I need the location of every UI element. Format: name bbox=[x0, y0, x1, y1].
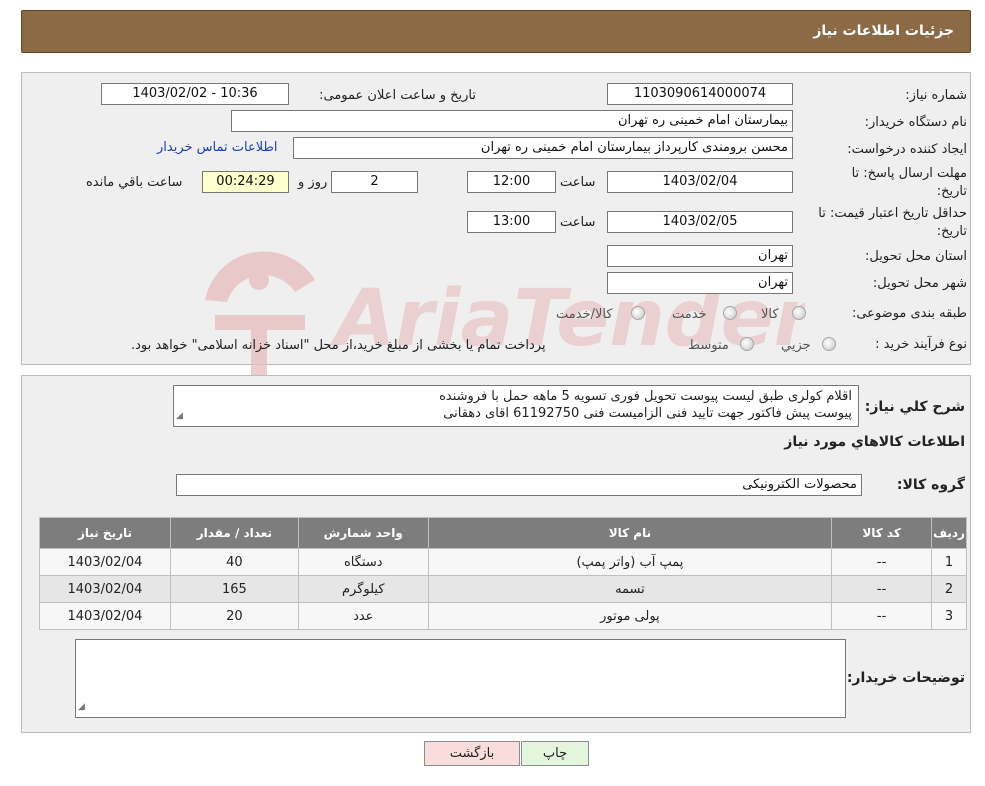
goods-group-label: گروه کالا: bbox=[896, 477, 965, 493]
remaining-time-field: 00:24:29 bbox=[202, 171, 289, 193]
print-button[interactable]: چاپ bbox=[521, 741, 589, 766]
requester-field: محسن برومندی کارپرداز بیمارستان امام خمی… bbox=[293, 137, 793, 159]
table-row: 2 -- تسمه کیلوگرم 165 1403/02/04 bbox=[39, 575, 967, 603]
category-label: طبقه بندی موضوعی: bbox=[851, 306, 967, 321]
process-type-label: نوع فرآیند خرید : bbox=[875, 337, 967, 352]
cell-quantity: 165 bbox=[169, 575, 299, 603]
col-need-date: تاریخ نیاز bbox=[39, 517, 171, 549]
buyer-org-field: بیمارستان امام خمینی ره تهران bbox=[231, 110, 793, 132]
description-textarea[interactable]: اقلام کولری طبق لیست پیوست تحویل فوری تس… bbox=[173, 385, 859, 427]
price-validity-label: حداقل تاریخ اعتبار قیمت: تا bbox=[818, 206, 967, 221]
deadline-time-field: 12:00 bbox=[467, 171, 556, 193]
process-option-minor: جزیي bbox=[781, 338, 811, 353]
category-radio-goods[interactable] bbox=[792, 306, 806, 320]
delivery-province-label: استان محل تحویل: bbox=[865, 249, 967, 264]
description-line-1: اقلام کولری طبق لیست پیوست تحویل فوری تس… bbox=[439, 389, 852, 404]
delivery-province-field: تهران bbox=[607, 245, 793, 267]
col-quantity: تعداد / مقدار bbox=[169, 517, 299, 549]
need-number-label: شماره نیاز: bbox=[905, 88, 967, 103]
cell-row-number: 2 bbox=[931, 575, 967, 603]
buyer-notes-textarea[interactable]: ◢ bbox=[75, 639, 846, 718]
category-radio-service[interactable] bbox=[723, 306, 737, 320]
category-option-goods-service: کالا/خدمت bbox=[556, 307, 613, 322]
goods-group-field: محصولات الکترونیکی bbox=[176, 474, 862, 496]
resize-grip-icon[interactable]: ◢ bbox=[176, 408, 183, 425]
announce-datetime-field: 1403/02/02 - 10:36 bbox=[101, 83, 289, 105]
goods-section-title: اطلاعات کالاهاي مورد نياز bbox=[784, 434, 965, 450]
cell-need-date: 1403/02/04 bbox=[39, 602, 171, 630]
col-item-code: کد کالا bbox=[831, 517, 933, 549]
remaining-time-label: ساعت باقي مانده bbox=[86, 175, 183, 190]
process-radio-minor[interactable] bbox=[822, 337, 836, 351]
description-line-2: پیوست پیش فاکتور جهت تایید فنی الزامیست … bbox=[443, 406, 852, 421]
category-option-service: خدمت bbox=[672, 307, 707, 322]
cell-row-number: 1 bbox=[931, 548, 967, 576]
col-unit: واحد شمارش bbox=[297, 517, 429, 549]
buyer-notes-label: توضیحات خریدار: bbox=[846, 670, 965, 686]
days-label: روز و bbox=[298, 175, 328, 190]
cell-need-date: 1403/02/04 bbox=[39, 575, 171, 603]
deadline-date-field: 1403/02/04 bbox=[607, 171, 793, 193]
page-title: جزئیات اطلاعات نیاز bbox=[813, 23, 954, 39]
announce-datetime-label: تاریخ و ساعت اعلان عمومی: bbox=[319, 88, 476, 103]
table-header-row: ردیف کد کالا نام کالا واحد شمارش تعداد /… bbox=[39, 517, 967, 549]
cell-unit: دستگاه bbox=[297, 548, 429, 576]
table-row: 3 -- پولی موتور عدد 20 1403/02/04 bbox=[39, 602, 967, 630]
description-label: شرح کلي نياز: bbox=[864, 399, 965, 415]
process-radio-medium[interactable] bbox=[740, 337, 754, 351]
page-header: جزئیات اطلاعات نیاز bbox=[21, 10, 971, 53]
col-row-number: ردیف bbox=[931, 517, 967, 549]
table-row: 1 -- پمپ آب (واتر پمپ) دستگاه 40 1403/02… bbox=[39, 548, 967, 576]
price-validity-time-label: ساعت bbox=[560, 215, 596, 230]
cell-item-name: پمپ آب (واتر پمپ) bbox=[427, 548, 833, 576]
process-option-medium: متوسط bbox=[688, 338, 729, 353]
process-payment-note: پرداخت تمام یا بخشی از مبلغ خرید،از محل … bbox=[131, 338, 546, 353]
price-validity-date-field: 1403/02/05 bbox=[607, 211, 793, 233]
category-radio-goods-service[interactable] bbox=[631, 306, 645, 320]
price-validity-label-date: تاریخ: bbox=[936, 224, 967, 239]
cell-quantity: 40 bbox=[169, 548, 299, 576]
cell-row-number: 3 bbox=[931, 602, 967, 630]
delivery-city-label: شهر محل تحویل: bbox=[872, 276, 967, 291]
resize-grip-icon[interactable]: ◢ bbox=[78, 699, 85, 716]
back-button[interactable]: بازگشت bbox=[424, 741, 520, 766]
buyer-org-label: نام دستگاه خریدار: bbox=[864, 115, 967, 130]
days-field: 2 bbox=[331, 171, 418, 193]
cell-item-code: -- bbox=[831, 602, 933, 630]
cell-unit: عدد bbox=[297, 602, 429, 630]
category-option-goods: کالا bbox=[761, 307, 779, 322]
goods-table: ردیف کد کالا نام کالا واحد شمارش تعداد /… bbox=[39, 517, 967, 630]
col-item-name: نام کالا bbox=[427, 517, 833, 549]
deadline-label-date: تاریخ: bbox=[936, 184, 967, 199]
cell-unit: کیلوگرم bbox=[297, 575, 429, 603]
buyer-contact-link[interactable]: اطلاعات تماس خریدار bbox=[157, 140, 277, 155]
cell-quantity: 20 bbox=[169, 602, 299, 630]
cell-item-name: پولی موتور bbox=[427, 602, 833, 630]
price-validity-time-field: 13:00 bbox=[467, 211, 556, 233]
cell-need-date: 1403/02/04 bbox=[39, 548, 171, 576]
cell-item-name: تسمه bbox=[427, 575, 833, 603]
deadline-time-label: ساعت bbox=[560, 175, 596, 190]
delivery-city-field: تهران bbox=[607, 272, 793, 294]
requester-label: ایجاد کننده درخواست: bbox=[847, 142, 967, 157]
deadline-label: مهلت ارسال پاسخ: تا bbox=[851, 166, 967, 181]
need-number-field: 1103090614000074 bbox=[607, 83, 793, 105]
cell-item-code: -- bbox=[831, 575, 933, 603]
cell-item-code: -- bbox=[831, 548, 933, 576]
